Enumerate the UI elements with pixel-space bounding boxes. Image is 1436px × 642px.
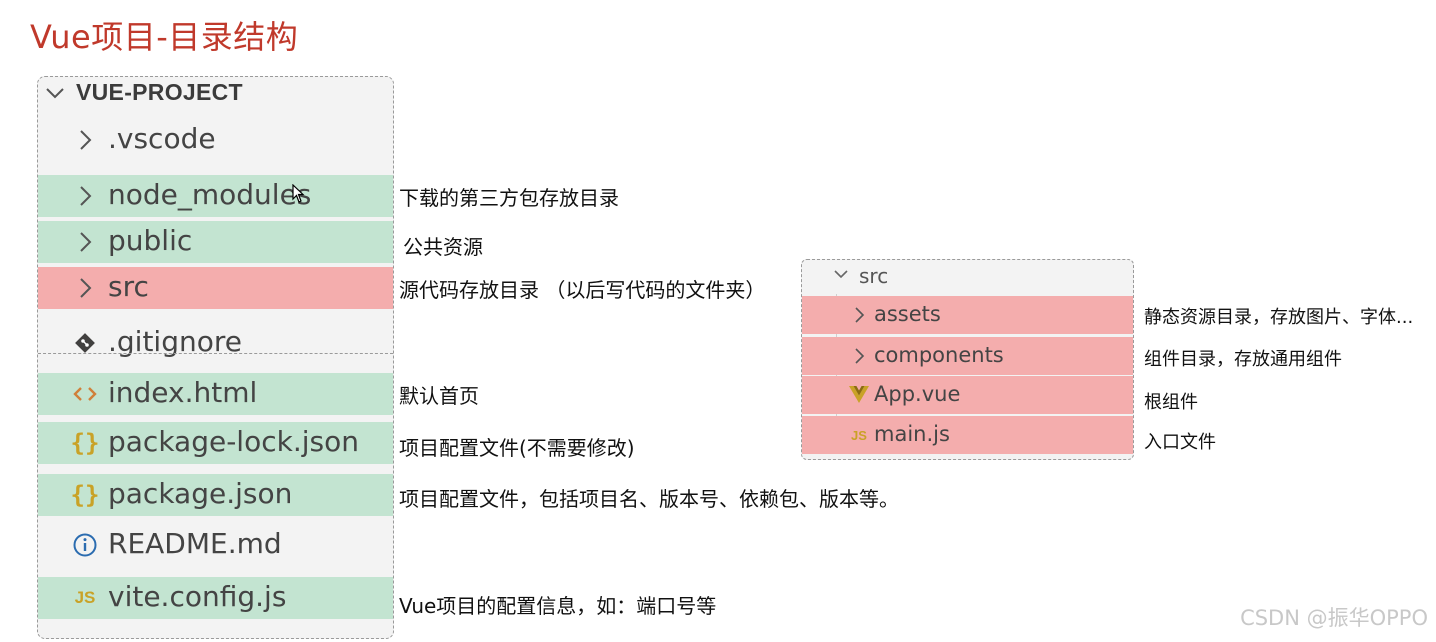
src-tree-header-label: src xyxy=(859,264,889,288)
tree-item-label: README.md xyxy=(108,527,282,560)
annotation-components: 组件目录，存放通用组件 xyxy=(1144,349,1342,370)
annotation-package-json: 项目配置文件，包括项目名、版本号、依赖包、版本等。 xyxy=(399,487,899,511)
tree-item-label: index.html xyxy=(108,376,258,409)
chevron-down-icon xyxy=(832,264,850,288)
json-braces-icon: {} xyxy=(70,481,100,509)
chevron-right-icon xyxy=(846,301,872,329)
chevron-right-icon xyxy=(846,342,872,370)
src-item-label: components xyxy=(874,343,1004,367)
js-icon: JS xyxy=(74,588,96,607)
vue-icon xyxy=(846,381,872,409)
tree-item-label: src xyxy=(108,270,149,303)
tree-item-label: .vscode xyxy=(108,122,216,155)
page-title: Vue项目-目录结构 xyxy=(30,18,299,56)
src-item-main-js[interactable]: JS main.js xyxy=(802,416,1133,454)
chevron-right-icon xyxy=(70,227,100,257)
src-item-app-vue[interactable]: App.vue xyxy=(802,376,1133,414)
dashed-divider xyxy=(38,353,393,354)
tree-item-package-lock-json[interactable]: {} package-lock.json xyxy=(38,422,393,464)
js-icon: JS xyxy=(851,427,867,443)
watermark: CSDN @振华OPPO xyxy=(1240,606,1428,630)
annotation-src: 源代码存放目录 （以后写代码的文件夹） xyxy=(399,278,766,302)
tree-item-node-modules[interactable]: node_modules xyxy=(38,175,393,217)
tree-item-label: node_modules xyxy=(108,178,312,211)
src-item-label: assets xyxy=(874,302,941,326)
annotation-index-html: 默认首页 xyxy=(399,384,479,408)
tree-item-src[interactable]: src xyxy=(38,267,393,309)
tree-item-gitignore[interactable]: .gitignore xyxy=(38,322,393,364)
info-icon xyxy=(70,530,100,560)
tree-item-label: package.json xyxy=(108,477,293,510)
src-item-assets[interactable]: assets xyxy=(802,296,1133,334)
chevron-right-icon xyxy=(70,125,100,155)
tree-item-vite-config[interactable]: JS vite.config.js xyxy=(38,577,393,619)
explorer-header[interactable]: VUE-PROJECT xyxy=(38,77,393,111)
annotation-package-lock: 项目配置文件(不需要修改) xyxy=(399,436,635,460)
tree-item-vscode[interactable]: .vscode xyxy=(38,119,393,161)
file-explorer-panel: VUE-PROJECT .vscode node_modules public … xyxy=(37,76,394,639)
tree-item-label: vite.config.js xyxy=(108,580,287,613)
chevron-right-icon xyxy=(70,181,100,211)
chevron-down-icon xyxy=(44,82,66,110)
html-code-icon xyxy=(70,379,100,409)
annotation-assets: 静态资源目录，存放图片、字体... xyxy=(1144,307,1414,328)
tree-item-package-json[interactable]: {} package.json xyxy=(38,474,393,516)
src-tree-header[interactable]: src xyxy=(802,260,1133,294)
mouse-cursor-icon xyxy=(292,183,306,208)
explorer-header-label: VUE-PROJECT xyxy=(76,79,243,105)
annotation-vite-config: Vue项目的配置信息，如：端口号等 xyxy=(399,594,717,618)
src-item-label: main.js xyxy=(874,422,950,446)
src-item-label: App.vue xyxy=(874,382,961,406)
tree-item-label: package-lock.json xyxy=(108,425,359,458)
annotation-main-js: 入口文件 xyxy=(1144,432,1216,453)
tree-item-public[interactable]: public xyxy=(38,221,393,263)
annotation-app-vue: 根组件 xyxy=(1144,392,1198,413)
annotation-node-modules: 下载的第三方包存放目录 xyxy=(399,186,619,210)
annotation-public: 公共资源 xyxy=(403,235,483,259)
tree-item-label: public xyxy=(108,224,193,257)
src-tree-panel: src assets components App.vue JS main.js xyxy=(801,259,1134,460)
json-braces-icon: {} xyxy=(70,429,100,457)
tree-item-index-html[interactable]: index.html xyxy=(38,373,393,415)
src-item-components[interactable]: components xyxy=(802,337,1133,375)
chevron-right-icon xyxy=(70,273,100,303)
tree-item-readme[interactable]: README.md xyxy=(38,524,393,566)
